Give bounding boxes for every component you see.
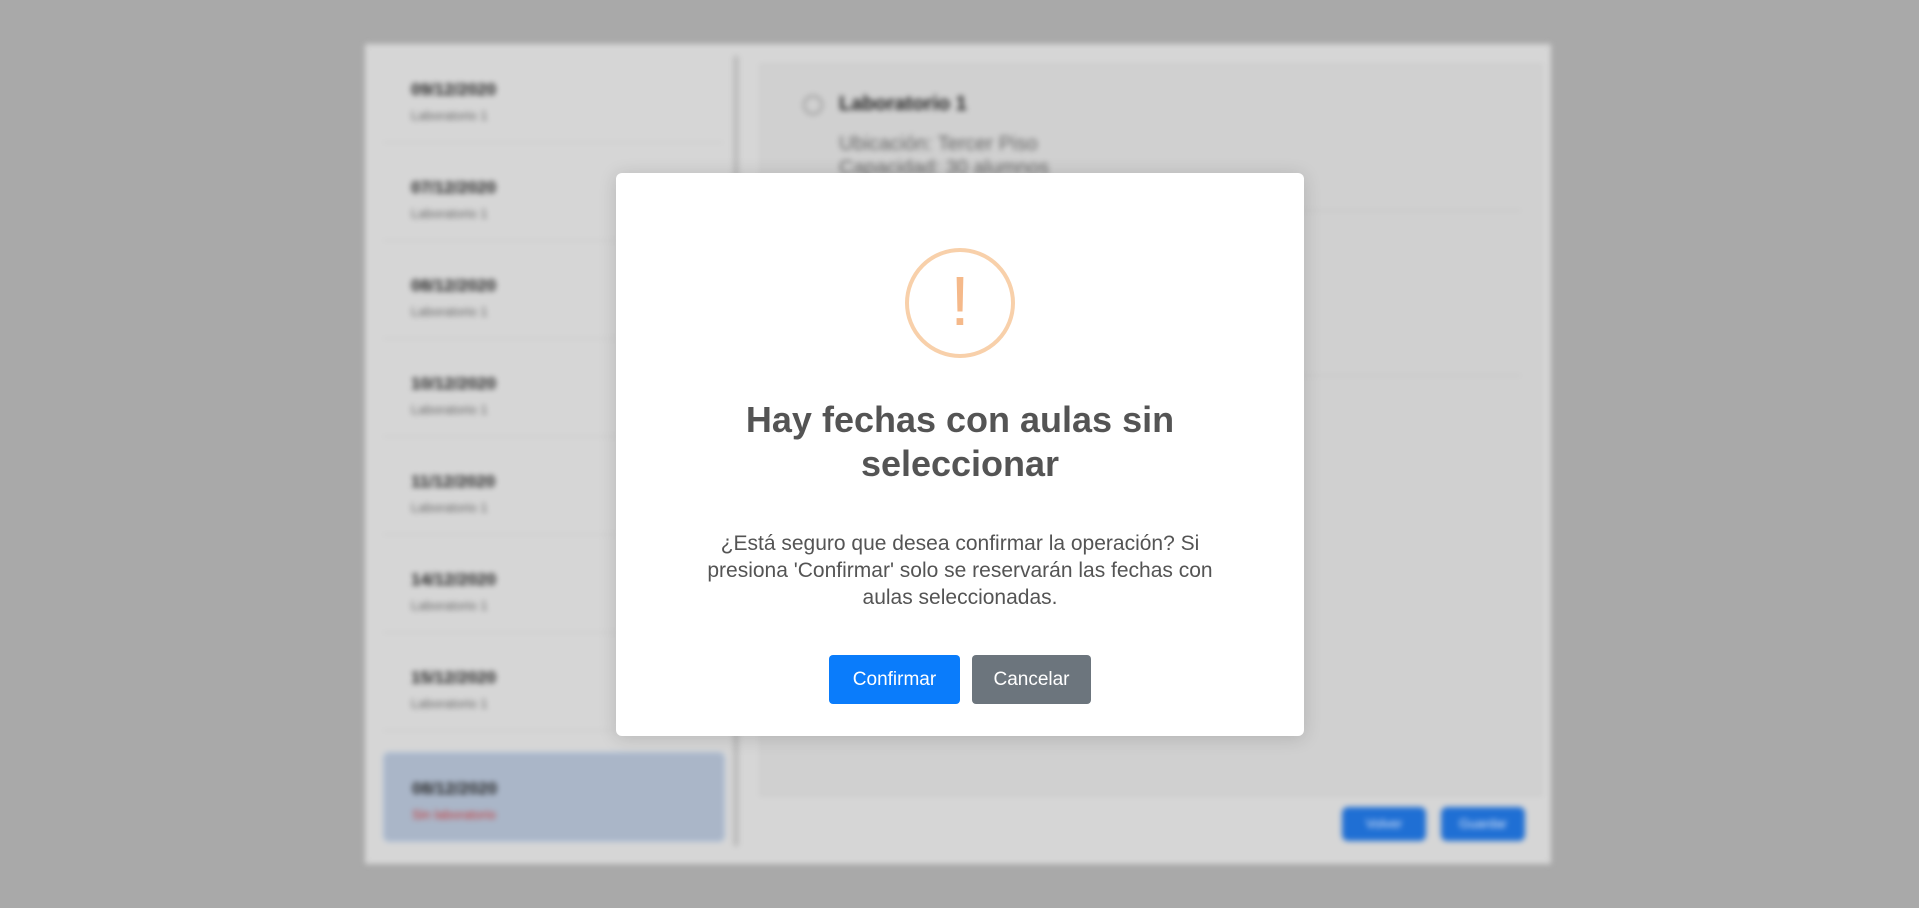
sidebar-date: 08/12/2020 (412, 779, 498, 798)
sidebar-room: Laboratorio 1 (411, 304, 488, 319)
dialog-title: Hay fechas con aulas sin seleccionar (745, 399, 1175, 484)
sidebar-date-item[interactable]: 09/12/2020 Laboratorio 1 (383, 54, 723, 143)
sidebar-date: 15/12/2020 (411, 668, 497, 687)
dialog-message: ¿Está seguro que desea confirmar la oper… (707, 532, 1213, 609)
warning-icon: ! (905, 248, 1015, 358)
sidebar-date-item-active[interactable]: 08/12/2020 Sin laboratorio (383, 752, 725, 842)
room-radio[interactable] (803, 95, 823, 115)
sidebar-date: 08/12/2020 (411, 276, 497, 295)
sidebar-room: Laboratorio 1 (411, 500, 488, 515)
confirm-button[interactable]: Confirmar (829, 655, 960, 704)
back-button[interactable]: Volver (1342, 807, 1426, 841)
room-title: Laboratorio 1 (839, 93, 967, 115)
sidebar-room: Laboratorio 1 (411, 598, 488, 613)
cancel-button[interactable]: Cancelar (972, 655, 1091, 704)
sidebar-date: 10/12/2020 (411, 374, 497, 393)
sidebar-room: Laboratorio 1 (411, 108, 488, 123)
save-button[interactable]: Guardar (1441, 807, 1525, 841)
room-location: Ubicación: Tercer Piso (839, 133, 1038, 155)
warning-glyph: ! (950, 262, 970, 340)
sidebar-room: Laboratorio 1 (411, 696, 488, 711)
sidebar-room: Laboratorio 1 (411, 402, 488, 417)
sidebar-date: 11/12/2020 (411, 472, 496, 491)
sidebar-date: 14/12/2020 (411, 570, 497, 589)
sidebar-room: Sin laboratorio (412, 807, 496, 822)
sidebar-date: 07/12/2020 (411, 178, 497, 197)
sidebar-room: Laboratorio 1 (411, 206, 488, 221)
confirm-dialog: ! Hay fechas con aulas sin seleccionar ¿… (616, 173, 1304, 736)
sidebar-date: 09/12/2020 (411, 80, 497, 99)
